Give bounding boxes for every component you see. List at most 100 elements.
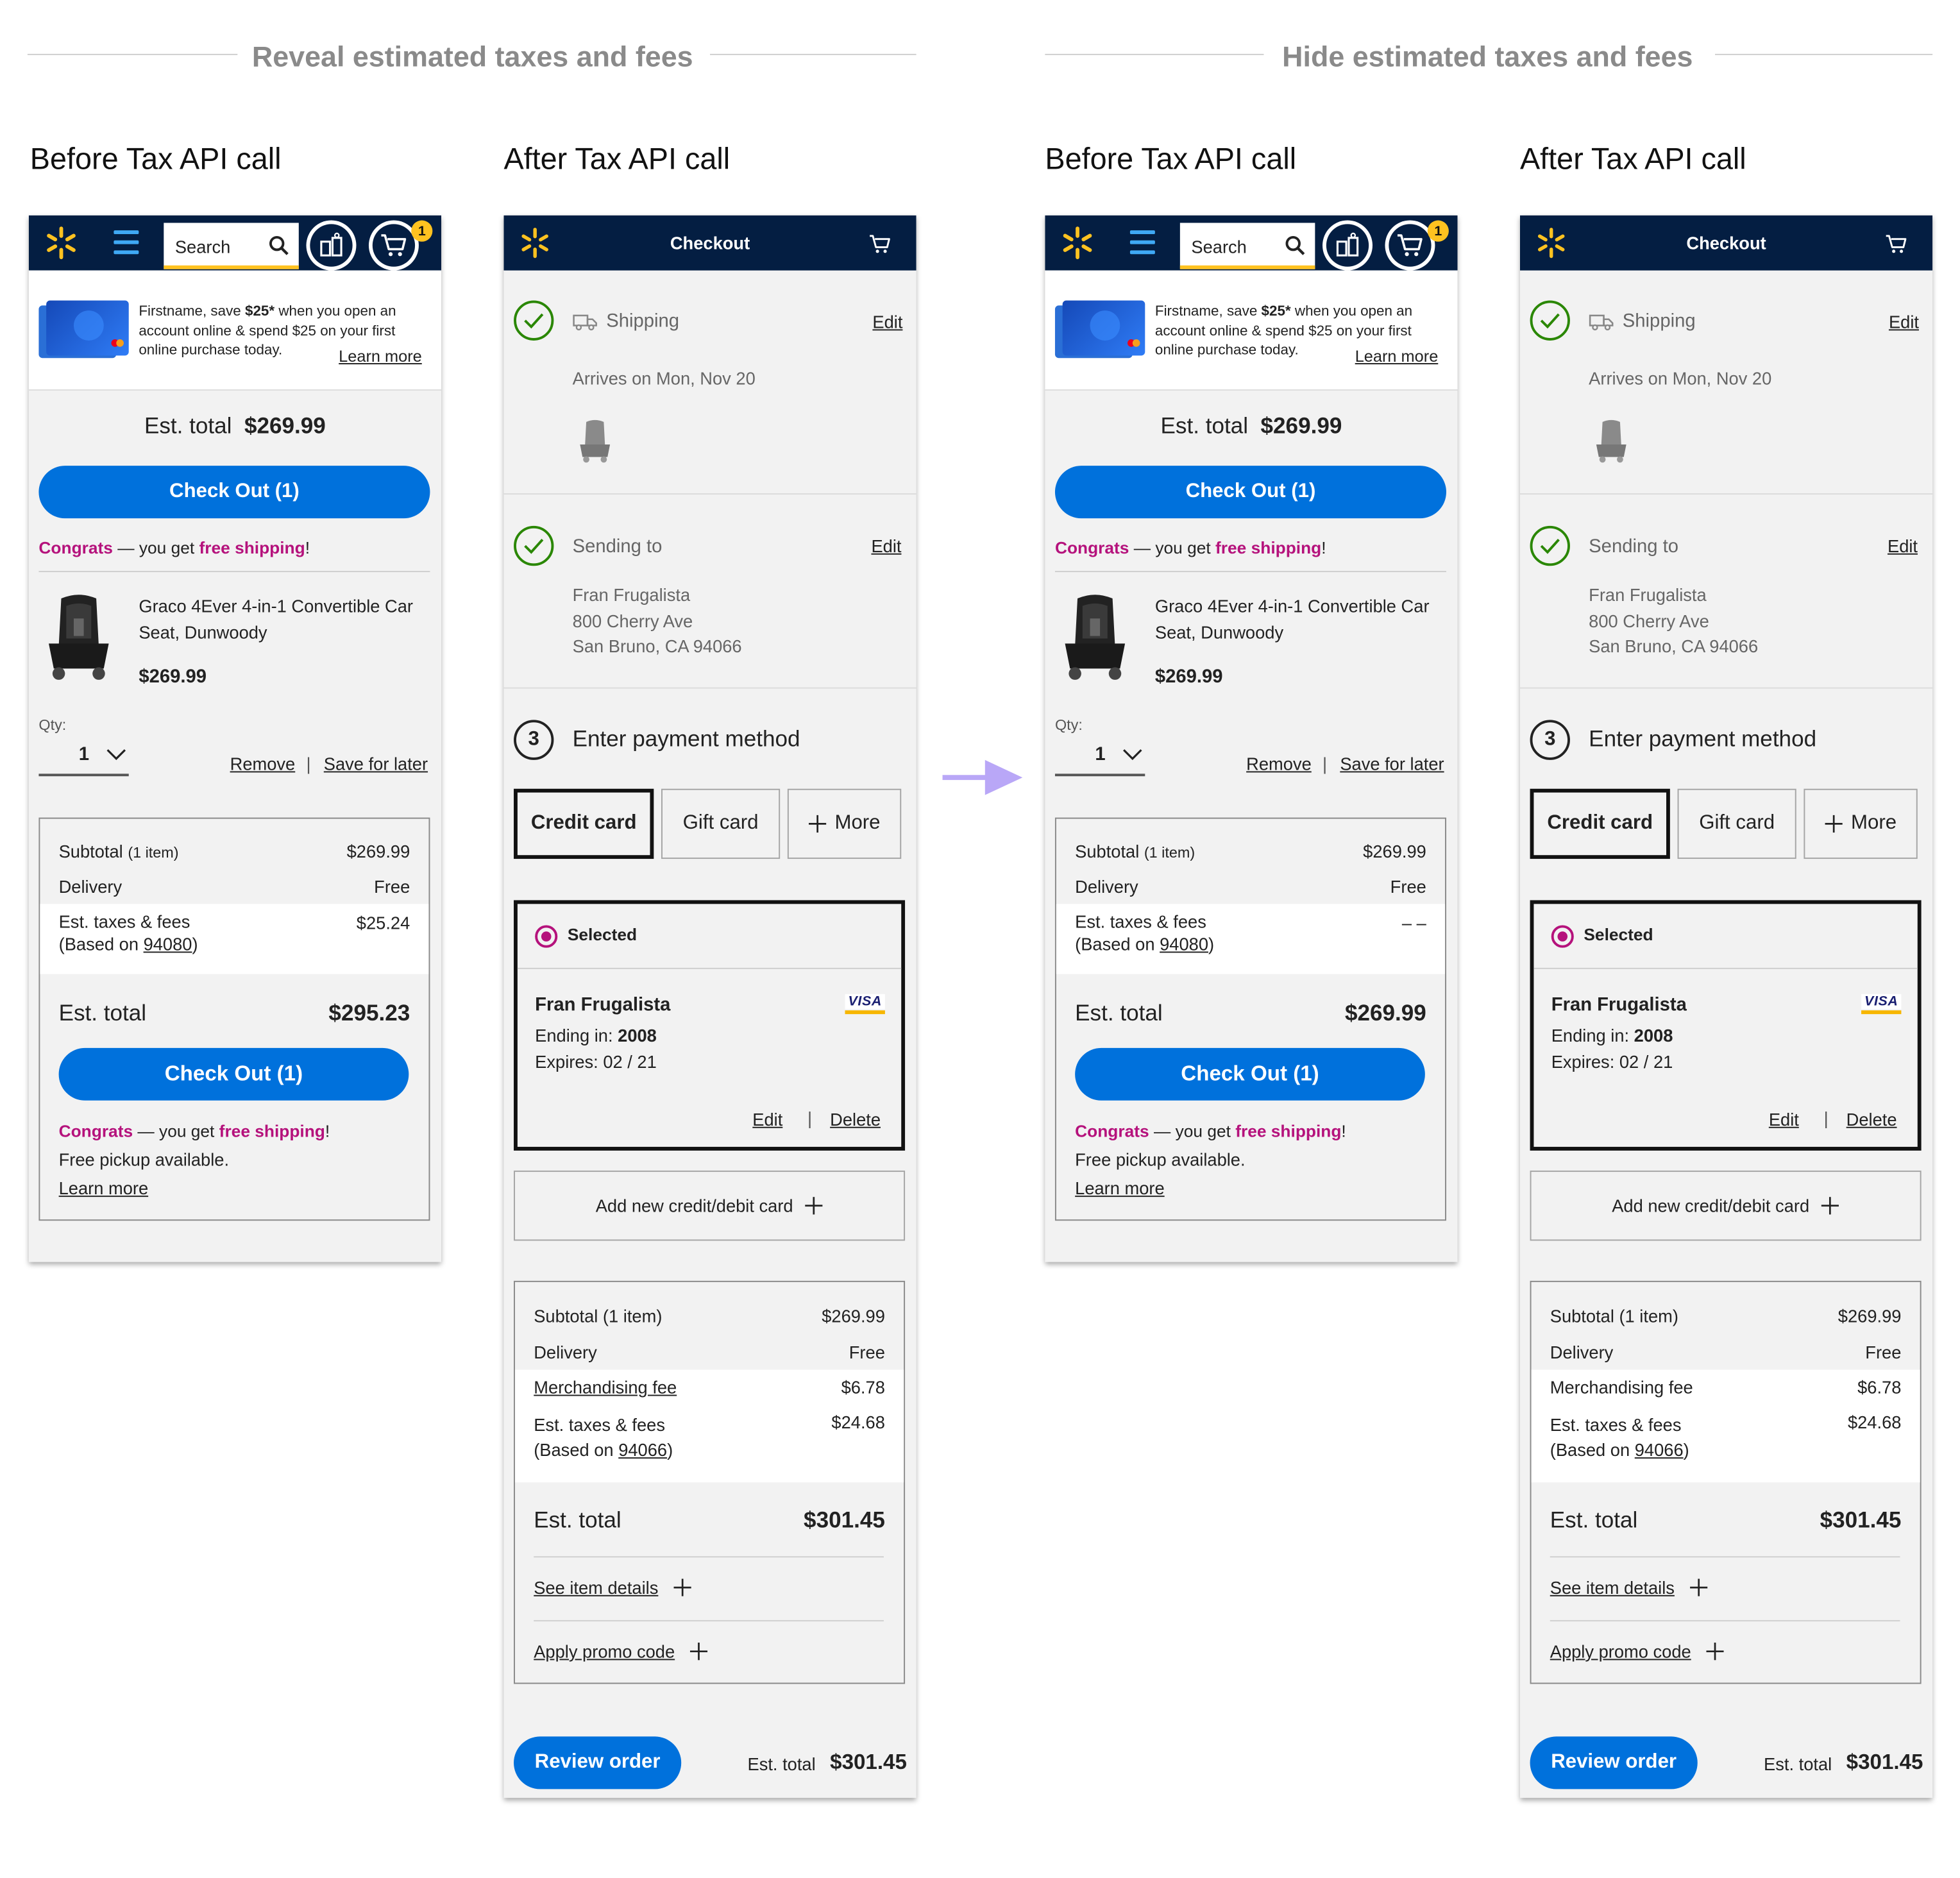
checkout-title: Checkout bbox=[1686, 233, 1766, 253]
shipping-edit-link[interactable]: Edit bbox=[1889, 312, 1919, 332]
order-summary: Subtotal (1 item) $269.99 Delivery Free … bbox=[514, 1280, 906, 1684]
saved-card[interactable]: Selected Fran Frugalista VISA Ending in:… bbox=[514, 900, 906, 1151]
est-total-label: Est. total bbox=[534, 1507, 621, 1533]
checkout-button[interactable]: Check Out (1) bbox=[1075, 1047, 1425, 1101]
cart-icon bbox=[1397, 234, 1423, 257]
checkout-header: Checkout bbox=[1519, 215, 1933, 271]
services-button[interactable] bbox=[1322, 220, 1373, 271]
credit-card-image bbox=[1062, 300, 1145, 356]
selected-radio[interactable] bbox=[535, 925, 558, 948]
checkout-button-top[interactable]: Check Out (1) bbox=[38, 466, 430, 519]
section-title-hide: Hide estimated taxes and fees bbox=[1282, 40, 1693, 73]
card-delete-link[interactable]: Delete bbox=[1846, 1109, 1897, 1129]
car-seat-thumbnail bbox=[580, 419, 611, 463]
divider bbox=[534, 1620, 884, 1621]
search-icon[interactable] bbox=[269, 235, 289, 255]
cart-icon[interactable] bbox=[1885, 233, 1907, 255]
taxes-label: Est. taxes & fees (Based on 94080) bbox=[1075, 911, 1215, 954]
cart-icon[interactable] bbox=[869, 233, 891, 255]
apply-promo-code[interactable]: Apply promo code bbox=[1550, 1641, 1724, 1661]
see-item-details[interactable]: See item details bbox=[534, 1578, 691, 1598]
payment-step-title: Enter payment method bbox=[572, 726, 800, 752]
zip-link[interactable]: 94080 bbox=[144, 934, 192, 954]
merchandising-fee-value: $6.78 bbox=[841, 1377, 885, 1398]
checkout-button[interactable]: Check Out (1) bbox=[58, 1047, 409, 1101]
card-delete-link[interactable]: Delete bbox=[830, 1109, 881, 1129]
item-price: $269.99 bbox=[139, 666, 207, 688]
zip-link[interactable]: 94066 bbox=[1635, 1440, 1684, 1460]
credit-card-image bbox=[46, 300, 129, 356]
learn-more-link[interactable]: Learn more bbox=[59, 1178, 149, 1198]
menu-icon[interactable] bbox=[114, 230, 139, 260]
plus-icon bbox=[1825, 815, 1843, 833]
review-order-button[interactable]: Review order bbox=[514, 1736, 682, 1789]
apply-promo-code[interactable]: Apply promo code bbox=[534, 1641, 707, 1661]
shipping-address: Fran Frugalista 800 Cherry Ave San Bruno, … bbox=[1589, 584, 1759, 656]
review-order-button[interactable]: Review order bbox=[1530, 1736, 1698, 1789]
subtotal-value: $269.99 bbox=[822, 1305, 885, 1326]
divider bbox=[1054, 571, 1446, 573]
address-edit-link[interactable]: Edit bbox=[871, 536, 901, 555]
shipping-address: Fran Frugalista 800 Cherry Ave San Bruno, … bbox=[572, 584, 742, 656]
free-shipping-message: Congrats — you get free shipping! bbox=[1054, 538, 1326, 557]
column-label: Before Tax API call bbox=[30, 142, 282, 177]
footer-est-total-label: Est. total bbox=[747, 1754, 816, 1774]
promo-learn-more-link[interactable]: Learn more bbox=[339, 347, 422, 366]
tab-credit-card[interactable]: Credit card bbox=[514, 788, 654, 859]
menu-icon[interactable] bbox=[1129, 230, 1155, 260]
car-seat-image[interactable] bbox=[1055, 591, 1135, 683]
delivery-value: Free bbox=[849, 1342, 885, 1362]
search-icon[interactable] bbox=[1285, 235, 1305, 255]
qty-label: Qty: bbox=[1054, 716, 1083, 734]
chevron-down-icon bbox=[106, 749, 126, 761]
est-total-value: $295.23 bbox=[328, 1000, 410, 1026]
walmart-spark-icon[interactable] bbox=[44, 225, 79, 260]
see-item-details[interactable]: See item details bbox=[1550, 1578, 1707, 1598]
remove-link[interactable]: Remove bbox=[1246, 754, 1312, 774]
est-total-value: $301.45 bbox=[1820, 1507, 1902, 1533]
walmart-spark-icon[interactable] bbox=[1060, 225, 1095, 260]
card-edit-link[interactable]: Edit bbox=[752, 1109, 782, 1129]
tab-more[interactable]: More bbox=[1804, 788, 1918, 859]
plus-icon bbox=[806, 1197, 824, 1215]
payment-step-title: Enter payment method bbox=[1589, 726, 1817, 752]
tab-credit-card[interactable]: Credit card bbox=[1530, 788, 1670, 859]
header-bar: Search 1 bbox=[28, 215, 441, 271]
sending-to-heading: Sending to bbox=[572, 536, 663, 557]
card-edit-link[interactable]: Edit bbox=[1769, 1109, 1799, 1129]
learn-more-link[interactable]: Learn more bbox=[1075, 1178, 1165, 1198]
cardholder-name: Fran Frugalista bbox=[535, 994, 671, 1016]
tab-gift-card[interactable]: Gift card bbox=[1677, 788, 1796, 859]
item-name-link[interactable]: Graco 4Ever 4-in-1 Convertible Car Seat,… bbox=[1155, 593, 1442, 646]
checkout-title: Checkout bbox=[670, 233, 750, 253]
selected-radio[interactable] bbox=[1551, 925, 1574, 948]
delivery-value: Free bbox=[1390, 876, 1426, 897]
search-input[interactable]: Search bbox=[1179, 223, 1315, 269]
shipping-edit-link[interactable]: Edit bbox=[872, 312, 902, 332]
tab-more[interactable]: More bbox=[787, 788, 902, 859]
subtotal-label: Subtotal (1 item) bbox=[1550, 1305, 1678, 1326]
est-total-top: Est. total $269.99 bbox=[144, 413, 326, 439]
qty-select[interactable]: 1 bbox=[38, 741, 129, 777]
save-for-later-link[interactable]: Save for later bbox=[1340, 754, 1444, 774]
address-edit-link[interactable]: Edit bbox=[1888, 536, 1918, 555]
zip-link[interactable]: 94080 bbox=[1160, 934, 1208, 954]
tab-gift-card[interactable]: Gift card bbox=[661, 788, 781, 859]
save-for-later-link[interactable]: Save for later bbox=[324, 754, 428, 774]
remove-link[interactable]: Remove bbox=[230, 754, 296, 774]
add-card-button[interactable]: Add new credit/debit card bbox=[1530, 1171, 1922, 1241]
plus-icon bbox=[1689, 1578, 1707, 1596]
checkout-button-top[interactable]: Check Out (1) bbox=[1054, 466, 1446, 519]
car-seat-image[interactable] bbox=[38, 591, 119, 683]
qty-select[interactable]: 1 bbox=[1054, 741, 1145, 777]
merchandising-fee-label[interactable]: Merchandising fee bbox=[534, 1377, 677, 1397]
item-name-link[interactable]: Graco 4Ever 4-in-1 Convertible Car Seat,… bbox=[139, 593, 426, 646]
saved-card[interactable]: Selected Fran Frugalista VISA Ending in:… bbox=[1530, 900, 1922, 1151]
card-ending: Ending in: 2008 bbox=[1551, 1025, 1673, 1045]
services-button[interactable] bbox=[306, 220, 357, 271]
search-input[interactable]: Search bbox=[164, 223, 299, 269]
promo-learn-more-link[interactable]: Learn more bbox=[1355, 347, 1439, 366]
sticky-footer: Review order Est. total $301.45 bbox=[503, 1722, 917, 1798]
add-card-button[interactable]: Add new credit/debit card bbox=[514, 1171, 906, 1241]
zip-link[interactable]: 94066 bbox=[618, 1440, 667, 1460]
